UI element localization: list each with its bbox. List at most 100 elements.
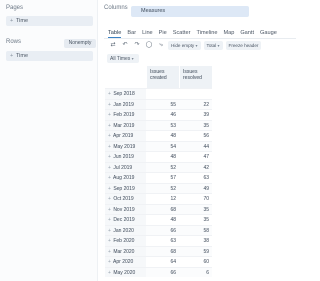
row-label-text: Jan 2020 bbox=[113, 227, 134, 234]
row-label-text: Aug 2019 bbox=[113, 175, 135, 181]
cell-issues-created bbox=[146, 89, 179, 99]
pages-time-chip[interactable]: + Time bbox=[6, 16, 93, 26]
table-row: + Dec 2019 48 35 bbox=[105, 214, 212, 225]
cell-issues-created: 12 bbox=[170, 196, 176, 202]
all-times-dropdown[interactable]: All Times ▾ bbox=[107, 54, 139, 63]
cell-issues-created: 52 bbox=[170, 185, 176, 192]
comment-icon[interactable]: ◯ bbox=[144, 41, 154, 50]
row-label[interactable]: + Dec 2019 bbox=[105, 215, 146, 225]
cell-issues-resolved: 6 bbox=[206, 269, 209, 276]
row-label[interactable]: + May 2019 bbox=[105, 141, 146, 151]
toolbar: ⇄ ↶ ↷ ◯ ⤷ Hide empty ▾ Total ▾ Freeze he… bbox=[108, 41, 264, 50]
cell-issues-created: 63 bbox=[170, 238, 176, 244]
row-label[interactable]: + Apr 2019 bbox=[105, 131, 146, 141]
cell-issues-resolved: 39 bbox=[203, 112, 209, 118]
swap-axes-icon[interactable]: ⇄ bbox=[108, 41, 118, 50]
header-corner bbox=[105, 66, 146, 88]
row-label[interactable]: + Sep 2019 bbox=[105, 183, 146, 193]
row-label[interactable]: + Aug 2019 bbox=[105, 173, 146, 183]
cell-issues-resolved: 35 bbox=[203, 122, 209, 129]
expand-icon: + bbox=[108, 122, 111, 129]
all-times-label: All Times bbox=[110, 56, 131, 62]
row-label[interactable]: + Sep 2018 bbox=[105, 89, 146, 99]
row-label-text: Mar 2019 bbox=[113, 122, 135, 129]
row-label-text: Feb 2020 bbox=[113, 238, 135, 244]
tabs-divider bbox=[104, 38, 296, 39]
tab-timeline[interactable]: Timeline bbox=[197, 29, 218, 38]
cell-issues-resolved: 49 bbox=[203, 185, 209, 192]
row-label-text: Feb 2019 bbox=[113, 112, 135, 118]
rows-time-chip[interactable]: + Time bbox=[6, 51, 93, 61]
expand-icon: + bbox=[108, 238, 111, 244]
row-label[interactable]: + Jan 2019 bbox=[105, 99, 146, 109]
share-icon[interactable]: ⤷ bbox=[156, 41, 166, 50]
chevron-down-icon: ▾ bbox=[195, 43, 198, 48]
cell-issues-created: 54 bbox=[170, 143, 176, 150]
tab-pie[interactable]: Pie bbox=[159, 29, 167, 38]
row-label-text: May 2019 bbox=[113, 143, 136, 150]
row-label[interactable]: + Oct 2019 bbox=[105, 194, 146, 204]
columns-label: Columns bbox=[104, 5, 128, 11]
table-row: + Jan 2019 55 22 bbox=[105, 98, 212, 109]
row-label-text: Oct 2019 bbox=[113, 196, 134, 202]
undo-icon[interactable]: ↶ bbox=[120, 41, 130, 50]
expand-icon: + bbox=[108, 248, 111, 255]
table-row: + Nov 2019 68 35 bbox=[105, 203, 212, 214]
table-row: + Jun 2019 48 47 bbox=[105, 151, 212, 162]
nonempty-button[interactable]: Nonempty bbox=[64, 39, 96, 48]
table-row: + Oct 2019 12 70 bbox=[105, 193, 212, 204]
cell-issues-created: 53 bbox=[170, 122, 176, 129]
rows-time-label: Time bbox=[16, 53, 29, 59]
cell-issues-resolved: 59 bbox=[203, 248, 209, 255]
row-label-text: Dec 2019 bbox=[113, 217, 135, 223]
tab-gauge[interactable]: Gauge bbox=[260, 29, 277, 38]
cell-issues-created: 68 bbox=[170, 206, 176, 213]
row-label[interactable]: + Mar 2020 bbox=[105, 246, 146, 256]
hide-empty-dropdown[interactable]: Hide empty ▾ bbox=[168, 41, 201, 50]
row-label[interactable]: + Feb 2020 bbox=[105, 236, 146, 246]
freeze-header-button[interactable]: Freeze header bbox=[225, 41, 262, 50]
cell-issues-created: 46 bbox=[170, 112, 176, 118]
tab-gantt[interactable]: Gantt bbox=[240, 29, 254, 38]
measures-chip[interactable]: Measures bbox=[131, 6, 249, 17]
cell-issues-resolved: 56 bbox=[203, 133, 209, 139]
row-label[interactable]: + Nov 2019 bbox=[105, 204, 146, 214]
table-row: + Sep 2018 bbox=[105, 88, 212, 99]
row-label[interactable]: + Mar 2019 bbox=[105, 120, 146, 130]
expand-icon: + bbox=[108, 164, 111, 171]
tab-scatter[interactable]: Scatter bbox=[173, 29, 191, 38]
tab-line[interactable]: Line bbox=[142, 29, 153, 38]
row-label-text: Sep 2018 bbox=[113, 91, 135, 97]
expand-icon: + bbox=[108, 196, 111, 202]
pages-time-label: Time bbox=[16, 18, 29, 24]
header-issues-created[interactable]: Issues created bbox=[146, 66, 179, 88]
row-label[interactable]: + Apr 2020 bbox=[105, 257, 146, 267]
row-label[interactable]: + May 2020 bbox=[105, 267, 146, 277]
row-label[interactable]: + Jul 2019 bbox=[105, 162, 146, 172]
redo-icon[interactable]: ↷ bbox=[132, 41, 142, 50]
tab-table[interactable]: Table bbox=[108, 29, 122, 38]
cell-issues-created: 66 bbox=[170, 227, 176, 234]
row-label[interactable]: + Feb 2019 bbox=[105, 110, 146, 120]
row-label[interactable]: + Jun 2019 bbox=[105, 152, 146, 162]
table-body: + Sep 2018 + Jan 2019 55 22 + Feb 2019 46 39 + … bbox=[105, 88, 212, 277]
expand-icon: + bbox=[108, 143, 111, 150]
row-label[interactable]: + Jan 2020 bbox=[105, 225, 146, 235]
cell-issues-resolved: 70 bbox=[203, 196, 209, 202]
table-row: + Mar 2020 68 59 bbox=[105, 245, 212, 256]
rows-label: Rows bbox=[6, 39, 22, 45]
total-dropdown[interactable]: Total ▾ bbox=[203, 41, 223, 50]
expand-icon: + bbox=[108, 227, 111, 234]
tab-map[interactable]: Map bbox=[223, 29, 234, 38]
cell-issues-created: 66 bbox=[170, 269, 176, 276]
tab-bar[interactable]: Bar bbox=[127, 29, 136, 38]
expand-icon: + bbox=[108, 101, 111, 108]
chart-type-tabs: Table Bar Line Pie Scatter Timeline Map Gantt Ga… bbox=[108, 29, 283, 38]
table-row: + Sep 2019 52 49 bbox=[105, 182, 212, 193]
cell-issues-created: 68 bbox=[170, 248, 176, 255]
header-issues-resolved[interactable]: Issues resolved bbox=[179, 66, 212, 88]
cell-issues-resolved bbox=[179, 89, 212, 99]
row-label-text: May 2020 bbox=[113, 269, 136, 276]
cell-issues-resolved: 42 bbox=[203, 164, 209, 171]
row-label-text: Mar 2020 bbox=[113, 248, 135, 255]
